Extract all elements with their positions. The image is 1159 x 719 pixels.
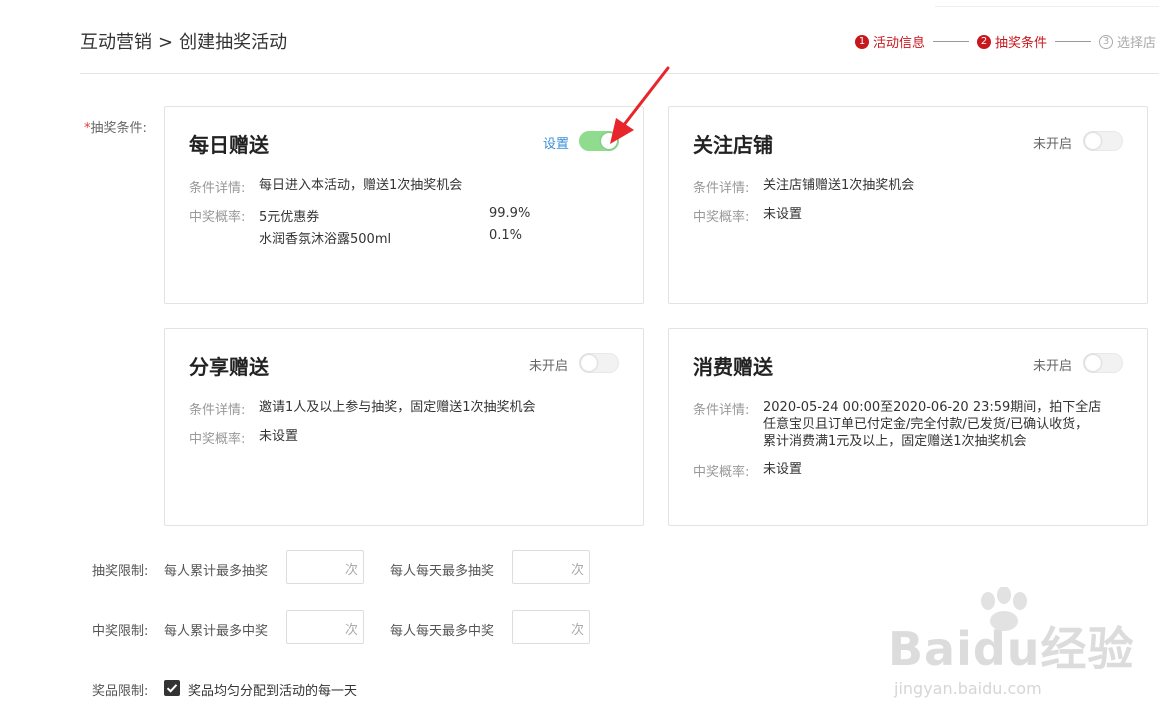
detail-row: 条件详情: 邀请1人及以上参与抽奖，固定赠送1次抽奖机会 <box>189 400 536 418</box>
card-title: 分享赠送 <box>189 355 269 379</box>
card-toggle[interactable] <box>579 353 619 373</box>
step-select: 3 选择店 <box>1099 32 1156 51</box>
card-settings-link[interactable]: 设置 <box>543 133 569 152</box>
watermark: Baidu经验 jingyan.baidu.com <box>888 587 1135 698</box>
detail-row: 条件详情: 关注店铺赠送1次抽奖机会 <box>693 178 915 196</box>
draw-daily-input[interactable]: 次 <box>512 550 590 584</box>
prob-row: 中奖概率: 未设置 <box>693 207 803 225</box>
card-daily-gift: 每日赠送 设置 条件详情: 每日进入本活动，赠送1次抽奖机会 中奖概率: 5元优… <box>164 106 644 304</box>
paw-icon <box>981 587 1027 631</box>
card-follow-store: 关注店铺 未开启 条件详情: 关注店铺赠送1次抽奖机会 中奖概率: 未设置 <box>668 106 1148 304</box>
prob-row: 中奖概率: <box>189 210 246 225</box>
card-share-gift: 分享赠送 未开启 条件详情: 邀请1人及以上参与抽奖，固定赠送1次抽奖机会 中奖… <box>164 328 644 526</box>
step-draw-conditions: 2 抽奖条件 <box>977 32 1047 51</box>
toggle-knob <box>1085 133 1101 149</box>
prize-limit-label: 奖品限制: <box>92 684 149 699</box>
step-number-icon: 2 <box>977 34 992 49</box>
prize-even-label: 奖品均匀分配到活动的每一天 <box>188 684 358 699</box>
detail-text: 2020-05-24 00:00至2020-06-20 23:59期间，拍下全店… <box>763 400 1102 449</box>
step-label: 活动信息 <box>873 36 926 51</box>
card-spend-gift: 消费赠送 未开启 条件详情: 2020-05-24 00:00至2020-06-… <box>668 328 1148 526</box>
step-indicator: 1 活动信息 2 抽奖条件 3 选择店 <box>855 32 1156 51</box>
breadcrumb-separator: > <box>158 32 174 53</box>
card-title: 消费赠送 <box>693 355 773 379</box>
step-number-icon: 1 <box>855 34 869 49</box>
card-title: 每日赠送 <box>189 133 269 157</box>
card-toggle[interactable] <box>1083 353 1123 373</box>
top-shadow <box>935 0 1159 7</box>
step-activity-info: 1 活动信息 <box>855 32 925 51</box>
draw-limit-label: 抽奖限制: <box>92 564 149 579</box>
watermark-url: jingyan.baidu.com <box>894 679 1042 698</box>
card-title: 关注店铺 <box>693 133 773 157</box>
card-status: 未开启 <box>1033 137 1073 152</box>
win-daily-input[interactable]: 次 <box>512 610 590 644</box>
prob-row: 中奖概率: 未设置 <box>189 429 299 447</box>
breadcrumb-current: 创建抽奖活动 <box>179 32 288 53</box>
toggle-knob <box>1085 355 1101 371</box>
draw-daily-label: 每人每天最多抽奖 <box>390 564 495 579</box>
win-daily-label: 每人每天最多中奖 <box>390 624 495 639</box>
prize-name: 5元优惠券 <box>259 210 320 225</box>
prob-row: 中奖概率: 未设置 <box>693 462 803 480</box>
toggle-knob <box>581 355 597 371</box>
win-total-input[interactable]: 次 <box>286 610 364 644</box>
step-connector <box>933 41 970 42</box>
step-number-icon: 3 <box>1099 34 1114 49</box>
prize-name: 水润香氛沐浴露500ml <box>259 232 392 247</box>
card-toggle[interactable] <box>1083 131 1123 151</box>
step-label: 抽奖条件 <box>995 36 1048 51</box>
prize-even-checkbox[interactable] <box>164 680 180 696</box>
prize-rate: 0.1% <box>489 228 523 243</box>
step-label: 选择店 <box>1117 36 1157 51</box>
draw-total-input[interactable]: 次 <box>286 550 364 584</box>
check-icon <box>166 684 178 693</box>
conditions-label: *抽奖条件: <box>84 121 147 136</box>
breadcrumb-parent[interactable]: 互动营销 <box>80 32 152 53</box>
step-connector <box>1055 41 1092 42</box>
breadcrumb: 互动营销 > 创建抽奖活动 <box>80 28 287 54</box>
win-limit-label: 中奖限制: <box>92 624 149 639</box>
card-status: 未开启 <box>1033 359 1073 374</box>
detail-row: 条件详情: 2020-05-24 00:00至2020-06-20 23:59期… <box>693 400 1102 449</box>
win-total-label: 每人累计最多中奖 <box>164 624 269 639</box>
annotation-arrow-icon <box>610 66 670 144</box>
detail-row: 条件详情: 每日进入本活动，赠送1次抽奖机会 <box>189 178 463 196</box>
prize-rate: 99.9% <box>489 206 531 221</box>
card-status: 未开启 <box>529 359 569 374</box>
draw-total-label: 每人累计最多抽奖 <box>164 564 269 579</box>
